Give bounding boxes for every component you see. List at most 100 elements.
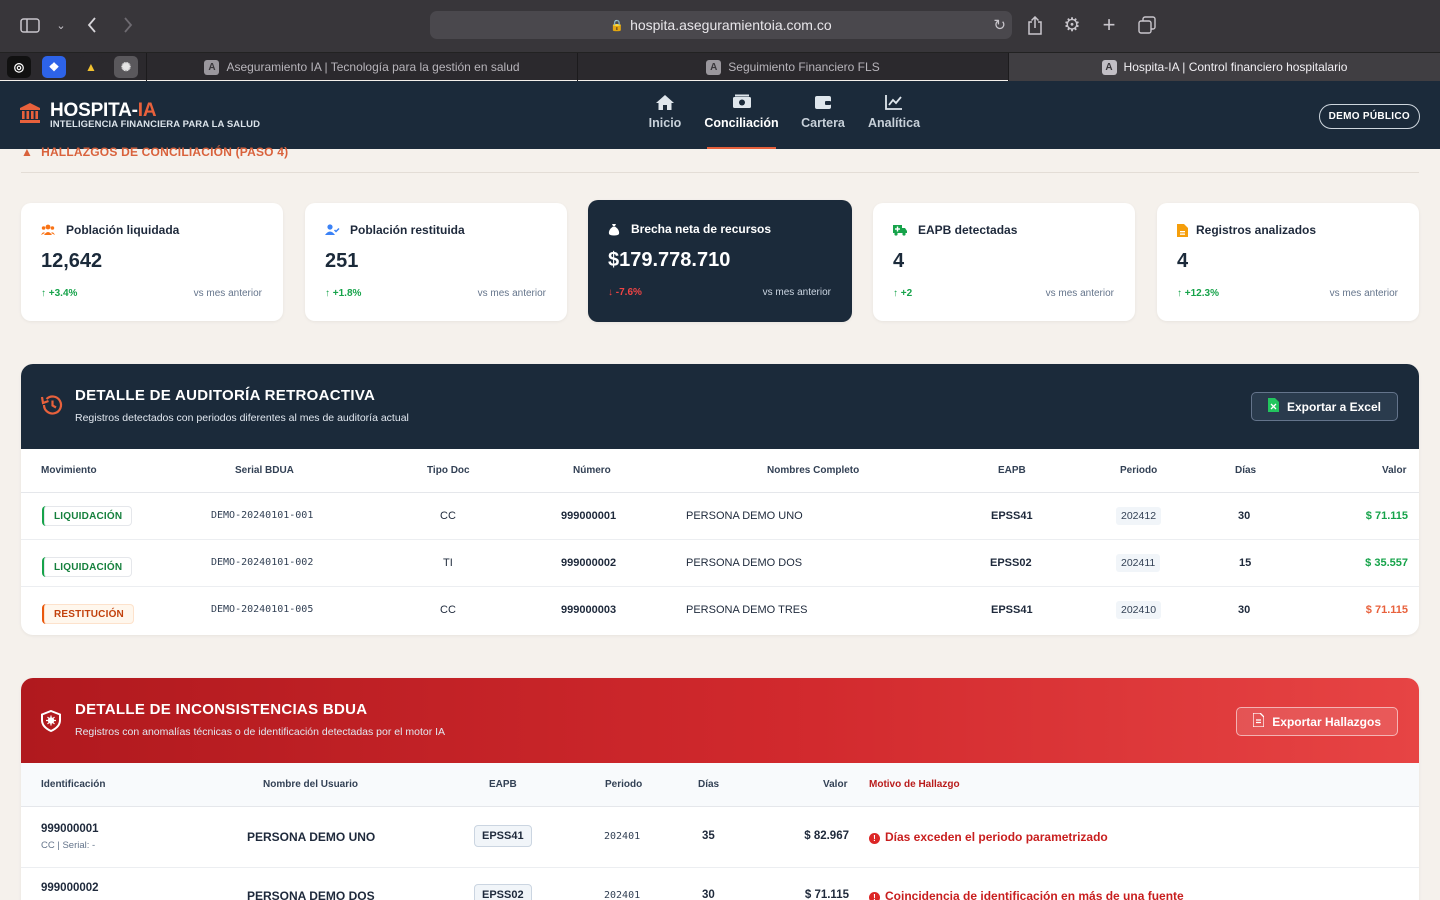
valor-cell: $ 35.557 <box>1365 557 1408 569</box>
brand-subtitle: INTELIGENCIA FINANCIERA PARA LA SALUD <box>50 119 261 130</box>
kpi-label: Población restituida <box>350 223 465 237</box>
home-icon <box>655 94 675 116</box>
col-nombre-usuario: Nombre del Usuario <box>263 779 359 790</box>
tab-bar: ◎ ❖ ▲ ✺ A Aseguramiento IA | Tecnología … <box>0 52 1440 81</box>
dias-cell: 30 <box>1238 604 1251 616</box>
retro-audit-subtitle: Registros detectados con periodos difere… <box>75 412 409 424</box>
tab-favicon: A <box>706 59 722 75</box>
nombre-cell: PERSONA DEMO DOS <box>247 889 375 900</box>
retro-audit-header: DETALLE DE AUDITORÍA RETROACTIVA Registr… <box>21 364 1419 449</box>
exclamation-circle-icon: ! <box>869 833 880 844</box>
sidebar-toggle-icon[interactable] <box>16 11 44 39</box>
eapb-cell: EPSS41 <box>991 604 1033 616</box>
nav-label: Conciliación <box>704 116 779 130</box>
table-row[interactable]: 999000001 CC | Serial: - PERSONA DEMO UN… <box>21 807 1419 868</box>
kpi-value: 251 <box>325 250 359 272</box>
valor-cell: $ 71.115 <box>1365 604 1408 616</box>
back-icon[interactable] <box>78 11 106 39</box>
export-excel-button[interactable]: Exportar a Excel <box>1250 392 1398 421</box>
excel-file-icon <box>1267 398 1279 415</box>
nav-inicio[interactable]: Inicio <box>647 91 683 149</box>
nav-cartera[interactable]: Cartera <box>801 91 845 149</box>
nav-label: Cartera <box>801 116 845 130</box>
dias-cell: 30 <box>1238 510 1251 522</box>
kpi-value: 4 <box>1177 250 1189 272</box>
kpi-compare: vs mes anterior <box>477 288 546 299</box>
bdua-subtitle: Registros con anomalías técnicas o de id… <box>75 726 446 738</box>
valor-cell: $ 82.967 <box>804 830 849 842</box>
app-header: HOSPITA-IA INTELIGENCIA FINANCIERA PARA … <box>0 81 1440 149</box>
demo-public-badge[interactable]: DEMO PÚBLICO <box>1318 104 1420 129</box>
motivo-cell: ! Coincidencia de identificación en más d… <box>869 889 1184 900</box>
serial-cell: DEMO-20240101-005 <box>211 604 314 615</box>
address-bar[interactable]: 🔒 hospita.aseguramientoia.com.co ↻ <box>430 11 1012 39</box>
forward-icon[interactable] <box>114 11 142 39</box>
kpi-delta: ↑ +12.3% <box>1177 288 1219 299</box>
col-periodo: Periodo <box>605 779 643 790</box>
motivo-cell: ! Días exceden el periodo parametrizado <box>869 830 1108 844</box>
nav-conciliacion[interactable]: Conciliación <box>704 91 779 149</box>
brand-title-main: HOSPITA- <box>50 100 138 121</box>
table-row[interactable]: LIQUIDACIÓN DEMO-20240101-002 TI 9990000… <box>21 540 1419 587</box>
nav-label: Analítica <box>867 116 921 130</box>
pinned-tab-drive[interactable]: ▲ <box>79 56 103 78</box>
reload-icon[interactable]: ↻ <box>993 16 1006 34</box>
kpi-value: $179.778.710 <box>608 249 731 271</box>
warning-icon: ▲ <box>21 145 34 159</box>
chevron-down-icon[interactable]: ⌄ <box>47 11 75 39</box>
export-hallazgos-button[interactable]: Exportar Hallazgos <box>1236 707 1398 736</box>
identificacion-cell: 999000002 <box>41 882 99 894</box>
tab-overview-icon[interactable] <box>1133 11 1161 39</box>
pinned-tab-dropbox[interactable]: ❖ <box>42 56 66 78</box>
numero-cell: 999000002 <box>561 557 617 569</box>
gear-icon[interactable]: ⚙ <box>1058 11 1086 39</box>
share-icon[interactable] <box>1021 11 1049 39</box>
dias-cell: 35 <box>702 830 715 842</box>
new-tab-icon[interactable]: + <box>1095 11 1123 39</box>
kpi-delta: ↑ +1.8% <box>325 288 361 299</box>
bdua-header: DETALLE DE INCONSISTENCIAS BDUA Registro… <box>21 678 1419 763</box>
user-check-icon <box>325 224 340 238</box>
periodo-cell: 202412 <box>1116 507 1162 525</box>
nombre-cell: PERSONA DEMO UNO <box>686 510 803 522</box>
tab-seguimiento[interactable]: A Seguimiento Financiero FLS <box>577 53 1008 81</box>
col-valor: Valor <box>823 779 848 790</box>
money-icon <box>732 94 752 116</box>
pinned-tab-openai[interactable]: ◎ <box>7 56 31 78</box>
money-bag-icon <box>608 223 622 237</box>
kpi-delta-value: +3.4% <box>48 288 78 299</box>
kpi-label: Población liquidada <box>66 223 180 237</box>
numero-cell: 999000001 <box>561 510 617 522</box>
kpi-label: Registros analizados <box>1196 223 1317 237</box>
wallet-icon <box>814 94 832 116</box>
tipo-doc-cell: CC <box>440 510 456 522</box>
arrow-up-icon: ↑ <box>1177 288 1185 299</box>
periodo-cell: 202401 <box>604 831 641 842</box>
tipo-doc-cell: TI <box>443 557 453 569</box>
kpi-card-brecha-neta: Brecha neta de recursos $179.778.710 ↓ -… <box>588 200 852 322</box>
arrow-down-icon: ↓ <box>608 287 616 298</box>
eapb-cell: EPSS41 <box>991 510 1033 522</box>
kpi-compare: vs mes anterior <box>1045 288 1114 299</box>
col-eapb: EAPB <box>998 465 1026 476</box>
col-valor: Valor <box>1382 465 1407 476</box>
section-heading-text: HALLAZGOS DE CONCILIACIÓN (PASO 4) <box>41 145 289 159</box>
dias-cell: 15 <box>1239 557 1252 569</box>
table-row[interactable]: 999000002 PERSONA DEMO DOS EPSS02 202401… <box>21 868 1419 900</box>
nombre-cell: PERSONA DEMO DOS <box>686 557 803 569</box>
table-row[interactable]: LIQUIDACIÓN DEMO-20240101-001 CC 9990000… <box>21 493 1419 540</box>
col-tipo-doc: Tipo Doc <box>427 465 470 476</box>
tab-hospita-ia[interactable]: A Hospita-IA | Control financiero hospit… <box>1008 53 1440 81</box>
truck-medical-icon <box>893 224 907 238</box>
nav-analitica[interactable]: Analítica <box>867 91 921 149</box>
kpi-delta-value: +2 <box>900 288 913 299</box>
kpi-value: 4 <box>893 250 905 272</box>
serial-cell: DEMO-20240101-001 <box>211 510 314 521</box>
pinned-tab-chatgpt[interactable]: ✺ <box>114 56 138 78</box>
tab-aseguramiento[interactable]: A Aseguramiento IA | Tecnología para la … <box>146 53 577 81</box>
browser-toolbar: ⌄ 🔒 hospita.aseguramientoia.com.co ↻ ⚙ + <box>0 0 1440 52</box>
periodo-cell: 202410 <box>1116 601 1162 619</box>
eapb-chip: EPSS41 <box>474 825 532 847</box>
table-row[interactable]: RESTITUCIÓN DEMO-20240101-005 CC 9990000… <box>21 587 1419 634</box>
bdua-table-header: Identificación Nombre del Usuario EAPB P… <box>21 763 1419 807</box>
